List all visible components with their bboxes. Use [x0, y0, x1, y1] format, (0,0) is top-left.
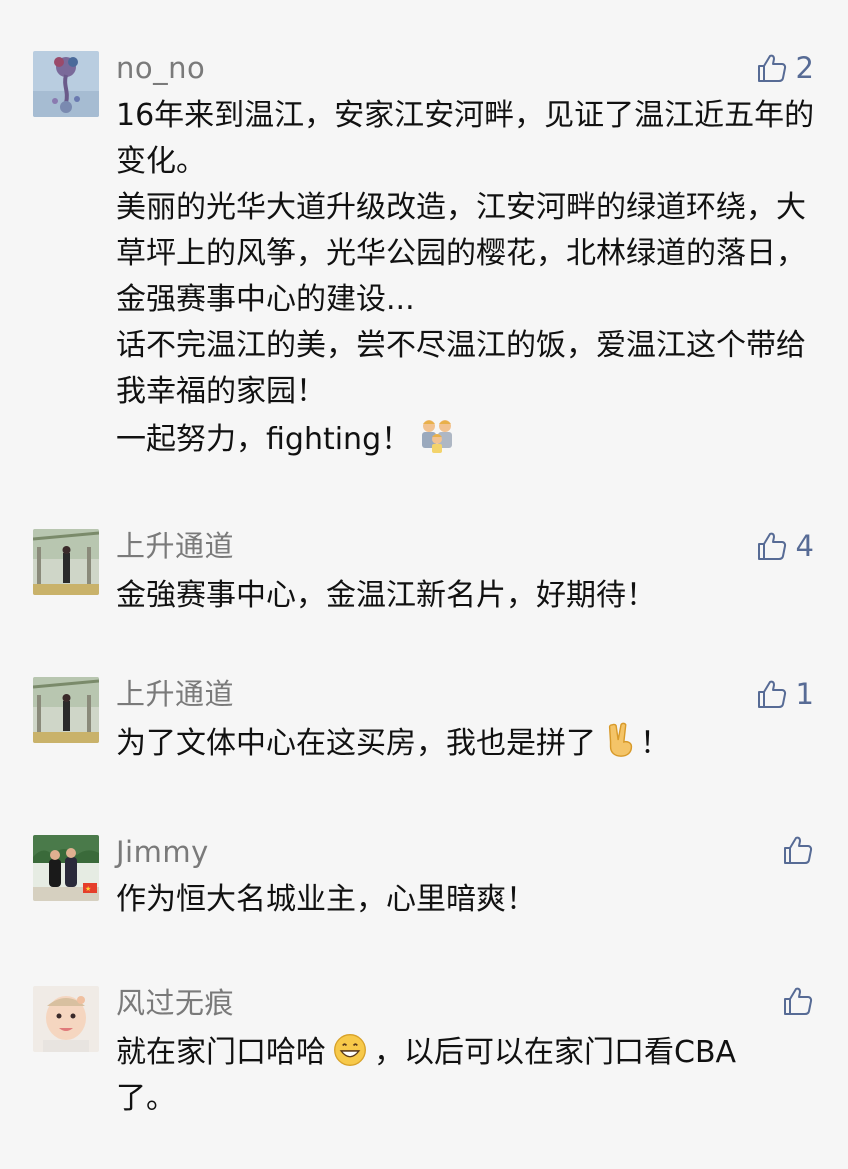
- comment-text: 为了文体中心在这买房，我也是拼了 ！: [116, 721, 816, 767]
- like-count: 4: [795, 529, 814, 563]
- avatar-image: ★: [33, 835, 99, 901]
- avatar-image: [33, 677, 99, 743]
- comment-line-suffix: ！: [640, 726, 670, 761]
- thumbs-up-icon: [757, 54, 786, 82]
- avatar[interactable]: ★: [33, 835, 99, 901]
- username[interactable]: Jimmy: [116, 834, 209, 870]
- thumbs-up-icon: [784, 836, 813, 864]
- comment-line: 话不完温江的美，尝不尽温江的饭，爱温江这个带给我幸福的家园！: [116, 328, 806, 409]
- username[interactable]: no_no: [116, 50, 205, 86]
- comment-line: 16年来到温江，安家江安河畔，见证了温江近五年的变化。: [116, 98, 815, 179]
- like-button[interactable]: 2: [756, 50, 814, 86]
- like-count: 1: [795, 677, 814, 711]
- comment-line: 金強赛事中心，金温江新名片，好期待！: [116, 578, 656, 613]
- thumbs-up-icon: [784, 987, 813, 1015]
- avatar[interactable]: [33, 51, 99, 117]
- username[interactable]: 上升通道: [116, 528, 234, 564]
- avatar-image: [33, 986, 99, 1052]
- comment-line: 美丽的光华大道升级改造，江安河畔的绿道环绕，大草坪上的风筝，光华公园的樱花，北林…: [116, 190, 806, 317]
- thumbs-up-icon: [757, 532, 786, 560]
- comment-line-text: 一起努力，fighting！: [116, 422, 412, 457]
- comment-line-text: 就在家门口哈哈: [116, 1035, 326, 1070]
- victory-hand-emoji: [602, 721, 640, 759]
- family-emoji: [417, 415, 457, 455]
- comment-line: 一起努力，fighting！: [116, 415, 816, 463]
- like-button[interactable]: 1: [756, 676, 814, 712]
- like-button[interactable]: [782, 985, 814, 1017]
- comment-text: 作为恒大名城业主，心里暗爽！: [116, 877, 816, 923]
- comment-text: 就在家门口哈哈 ，以后可以在家门口看CBA了。: [116, 1030, 766, 1122]
- comment-line: 就在家门口哈哈 ，以后可以在家门口看CBA了。: [116, 1030, 766, 1122]
- comment-line-text: 为了文体中心在这买房，我也是拼了: [116, 726, 596, 761]
- like-count: 2: [795, 51, 814, 85]
- username[interactable]: 上升通道: [116, 676, 234, 712]
- avatar-image: [33, 529, 99, 595]
- avatar-image: [33, 51, 99, 117]
- avatar[interactable]: [33, 529, 99, 595]
- comment-line: 为了文体中心在这买房，我也是拼了 ！: [116, 721, 816, 767]
- thumbs-up-icon: [757, 680, 786, 708]
- comment-list: no_no 2 16年来到温江，安家江安河畔，见证了温江近五年的变化。 美丽的光…: [0, 0, 848, 1169]
- grinning-face-emoji: [332, 1032, 368, 1068]
- comment-text: 金強赛事中心，金温江新名片，好期待！: [116, 573, 816, 619]
- like-button[interactable]: [782, 834, 814, 866]
- avatar[interactable]: [33, 677, 99, 743]
- avatar[interactable]: [33, 986, 99, 1052]
- comment-text: 16年来到温江，安家江安河畔，见证了温江近五年的变化。 美丽的光华大道升级改造，…: [116, 93, 816, 463]
- username[interactable]: 风过无痕: [116, 985, 234, 1021]
- like-button[interactable]: 4: [756, 528, 814, 564]
- comment-line: 作为恒大名城业主，心里暗爽！: [116, 882, 536, 917]
- svg-text:★: ★: [85, 885, 91, 893]
